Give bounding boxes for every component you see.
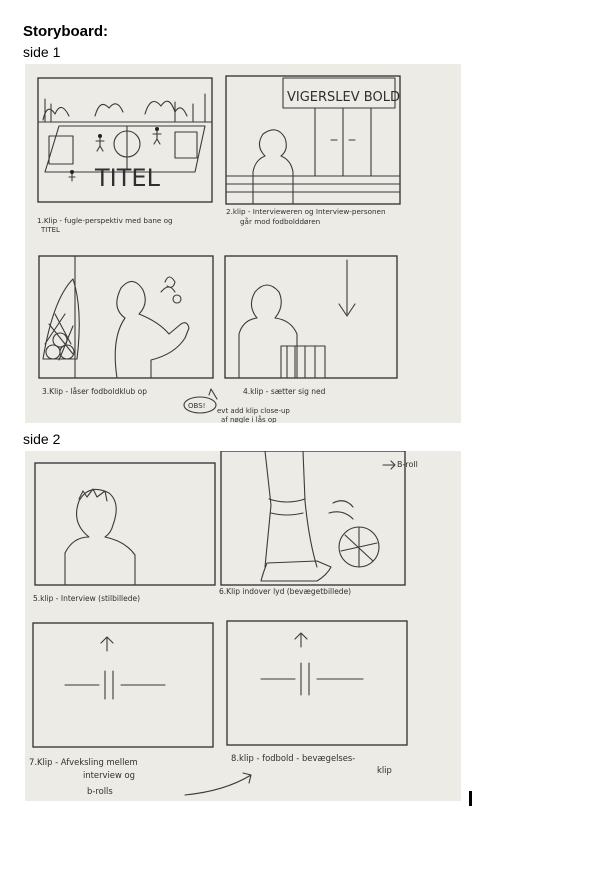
panel-6-broll-label: B-roll — [397, 460, 418, 469]
panel-1-sketch: TITEL 1.Klip - fugle-perspektiv med bane… — [37, 77, 213, 234]
panel-8-caption: 8.klip - fodbold - bevægelses- — [231, 753, 355, 763]
panel-6-caption: 6.Klip indover lyd (bevægetbillede) — [219, 587, 351, 596]
panel-8-caption-line2: klip — [377, 765, 392, 775]
obs-note-line2: af nøgle i lås op — [221, 415, 277, 423]
panel-7-caption-line2: interview og — [83, 770, 135, 780]
panel-2-caption-line2: går mod fodbolddøren — [240, 217, 320, 226]
panel-7-sketch: 7.Klip - Afveksling mellem interview og … — [29, 622, 214, 796]
panel-2-sketch: VIGERSLEV BOLD 2.klip - Intervieweren og… — [225, 75, 401, 226]
panel-4-sketch: 4.klip - sætter sig ned — [224, 255, 398, 396]
panel-4-caption: 4.klip - sætter sig ned — [243, 387, 326, 396]
obs-note-line1: evt add klip close-up — [217, 407, 290, 415]
panel-1-caption-line2: TITEL — [40, 226, 60, 234]
panel-5-sketch: 5.klip - Interview (stilbillede) — [33, 462, 216, 603]
panel-6-sketch: B-roll 6.Klip indover lyd (bevægetbilled… — [219, 451, 418, 596]
text-cursor — [469, 791, 472, 806]
panel-5-caption: 5.klip - Interview (stilbillede) — [33, 594, 140, 603]
panel-7-caption-line3: b-rolls — [87, 786, 113, 796]
side-1-label: side 1 — [23, 44, 61, 60]
panel-8-sketch: 8.klip - fodbold - bevægelses- klip — [184, 620, 408, 796]
panel-3-sketch: 3.Klip - låser fodboldklub op — [38, 255, 214, 396]
panel-1-caption: 1.Klip - fugle-perspektiv med bane og — [37, 216, 173, 225]
panel-2-caption: 2.klip - Intervieweren og Interview-pers… — [226, 207, 386, 216]
panel-3-caption: 3.Klip - låser fodboldklub op — [42, 387, 147, 396]
panel-1-drawn-title: TITEL — [94, 164, 161, 192]
panel-2-sign-text: VIGERSLEV BOLD — [287, 90, 400, 105]
side-2-label: side 2 — [23, 431, 61, 447]
panel-7-caption: 7.Klip - Afveksling mellem — [29, 757, 138, 767]
obs-badge: OBS! — [188, 402, 205, 410]
storyboard-sheet-2: 5.klip - Interview (stilbillede) B-roll … — [25, 451, 461, 801]
storyboard-sheet-1: TITEL 1.Klip - fugle-perspektiv med bane… — [25, 64, 461, 423]
storyboard-title: Storyboard: — [23, 23, 109, 40]
